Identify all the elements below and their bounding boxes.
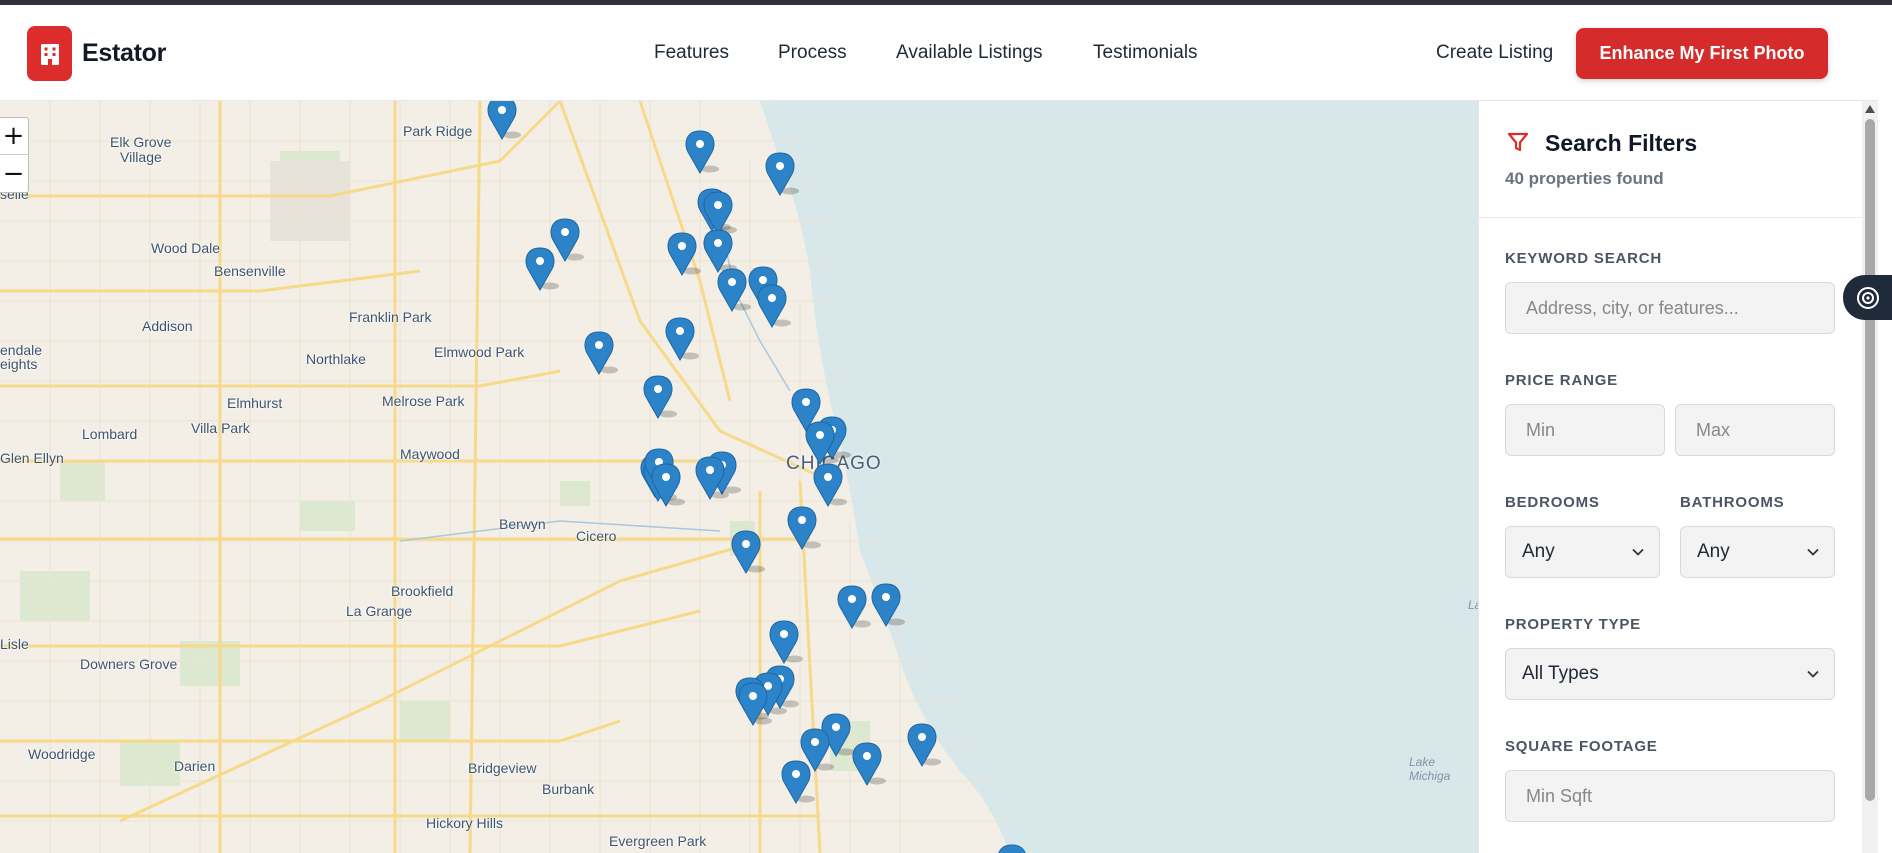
filters-header: Search Filters 40 properties found bbox=[1479, 101, 1878, 218]
filters-title: Search Filters bbox=[1545, 130, 1698, 156]
building-icon bbox=[40, 43, 59, 65]
property-marker[interactable] bbox=[550, 218, 584, 263]
nav-testimonials[interactable]: Testimonials bbox=[1093, 42, 1198, 64]
property-marker[interactable] bbox=[757, 284, 791, 329]
zoom-in-button[interactable]: + bbox=[0, 118, 28, 155]
site-header: Estator Features Process Available Listi… bbox=[0, 5, 1878, 101]
chevron-down-icon bbox=[1807, 670, 1819, 678]
property-marker[interactable] bbox=[837, 585, 871, 630]
create-listing-link[interactable]: Create Listing bbox=[1436, 42, 1553, 64]
square-footage-label: SQUARE FOOTAGE bbox=[1505, 738, 1658, 755]
property-marker[interactable] bbox=[584, 331, 618, 376]
price-max-input[interactable]: Max bbox=[1675, 404, 1835, 456]
logo[interactable] bbox=[27, 26, 72, 81]
bedrooms-select[interactable]: Any bbox=[1505, 526, 1660, 578]
property-marker[interactable] bbox=[781, 760, 815, 805]
property-marker[interactable] bbox=[487, 101, 521, 141]
property-marker[interactable] bbox=[998, 844, 1031, 853]
chevron-down-icon bbox=[1632, 548, 1644, 556]
property-marker[interactable] bbox=[703, 191, 737, 236]
property-marker[interactable] bbox=[871, 583, 905, 628]
scroll-up-arrow-icon[interactable] bbox=[1865, 105, 1875, 113]
property-map[interactable]: Park Ridge Elk Grove Village Wood Dale B… bbox=[0, 101, 1478, 853]
min-sqft-input[interactable]: Min Sqft bbox=[1505, 770, 1835, 822]
keyword-label: KEYWORD SEARCH bbox=[1505, 250, 1663, 267]
property-marker[interactable] bbox=[907, 723, 941, 768]
search-filters-panel: Search Filters 40 properties found KEYWO… bbox=[1478, 101, 1878, 853]
property-marker[interactable] bbox=[717, 268, 751, 313]
property-marker[interactable] bbox=[665, 317, 699, 362]
scroll-thumb[interactable] bbox=[1865, 119, 1875, 801]
property-marker[interactable] bbox=[765, 152, 799, 197]
property-marker[interactable] bbox=[525, 247, 559, 292]
bedrooms-label: BEDROOMS bbox=[1505, 494, 1600, 511]
price-min-input[interactable]: Min bbox=[1505, 404, 1665, 456]
nav-features[interactable]: Features bbox=[654, 42, 729, 64]
property-marker[interactable] bbox=[787, 506, 821, 551]
zoom-control: + − bbox=[0, 117, 29, 193]
brand-name[interactable]: Estator bbox=[82, 39, 166, 68]
filter-icon bbox=[1507, 132, 1529, 152]
keyword-search-input[interactable]: Address, city, or features... bbox=[1505, 282, 1835, 334]
zoom-out-button[interactable]: − bbox=[0, 155, 28, 192]
property-marker[interactable] bbox=[685, 130, 719, 175]
bathrooms-value: Any bbox=[1697, 541, 1730, 562]
results-count: 40 properties found bbox=[1505, 169, 1664, 188]
property-markers[interactable] bbox=[0, 101, 1478, 853]
panel-scrollbar[interactable] bbox=[1862, 101, 1878, 853]
property-marker[interactable] bbox=[813, 463, 847, 508]
property-marker[interactable] bbox=[852, 742, 886, 787]
bathrooms-label: BATHROOMS bbox=[1680, 494, 1785, 511]
price-range-label: PRICE RANGE bbox=[1505, 372, 1618, 389]
property-marker[interactable] bbox=[769, 620, 803, 665]
property-marker[interactable] bbox=[643, 375, 677, 420]
chevron-down-icon bbox=[1807, 548, 1819, 556]
floating-assistant-button[interactable] bbox=[1843, 275, 1892, 320]
property-type-select[interactable]: All Types bbox=[1505, 648, 1835, 700]
property-marker[interactable] bbox=[731, 530, 765, 575]
enhance-photo-button[interactable]: Enhance My First Photo bbox=[1576, 28, 1828, 79]
nav-process[interactable]: Process bbox=[778, 42, 847, 64]
property-marker[interactable] bbox=[703, 229, 737, 274]
property-marker[interactable] bbox=[667, 232, 701, 277]
bathrooms-select[interactable]: Any bbox=[1680, 526, 1835, 578]
bedrooms-value: Any bbox=[1522, 541, 1555, 562]
property-type-value: All Types bbox=[1522, 663, 1599, 684]
target-icon bbox=[1856, 286, 1879, 309]
property-type-label: PROPERTY TYPE bbox=[1505, 616, 1641, 633]
nav-available-listings[interactable]: Available Listings bbox=[896, 42, 1042, 64]
